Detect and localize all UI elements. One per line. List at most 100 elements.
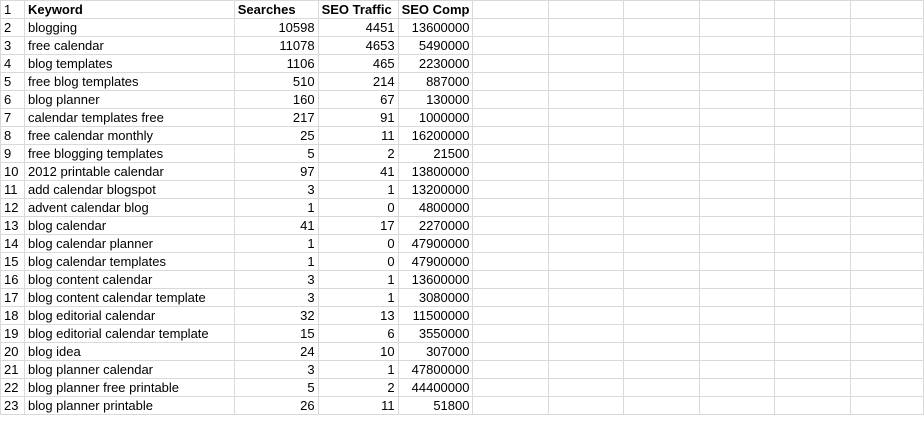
empty-cell[interactable] xyxy=(472,378,549,397)
empty-cell[interactable] xyxy=(774,198,851,217)
empty-cell[interactable] xyxy=(547,18,625,37)
searches-cell[interactable]: 3 xyxy=(233,360,319,379)
empty-cell[interactable] xyxy=(547,144,625,163)
empty-cell[interactable] xyxy=(774,234,851,253)
empty-cell[interactable] xyxy=(698,90,776,109)
empty-cell[interactable] xyxy=(623,180,700,199)
row-number[interactable]: 13 xyxy=(0,216,25,235)
traffic-cell[interactable]: 13 xyxy=(317,306,399,325)
empty-cell[interactable] xyxy=(849,90,924,109)
empty-cell[interactable] xyxy=(774,342,851,361)
searches-cell[interactable]: 3 xyxy=(233,270,319,289)
empty-cell[interactable] xyxy=(623,216,700,235)
empty-cell[interactable] xyxy=(547,0,625,19)
keyword-cell[interactable]: free calendar xyxy=(23,36,235,55)
empty-cell[interactable] xyxy=(472,0,549,19)
searches-cell[interactable]: 25 xyxy=(233,126,319,145)
empty-cell[interactable] xyxy=(698,126,776,145)
empty-cell[interactable] xyxy=(472,396,549,415)
keyword-cell[interactable]: blog content calendar xyxy=(23,270,235,289)
empty-cell[interactable] xyxy=(472,270,549,289)
searches-cell[interactable]: 26 xyxy=(233,396,319,415)
searches-cell[interactable]: 1106 xyxy=(233,54,319,73)
empty-cell[interactable] xyxy=(547,288,625,307)
header-seo-traffic[interactable]: SEO Traffic xyxy=(317,0,399,19)
searches-cell[interactable]: 1 xyxy=(233,234,319,253)
empty-cell[interactable] xyxy=(774,288,851,307)
empty-cell[interactable] xyxy=(849,198,924,217)
searches-cell[interactable]: 41 xyxy=(233,216,319,235)
empty-cell[interactable] xyxy=(774,108,851,127)
comp-cell[interactable]: 21500 xyxy=(397,144,474,163)
searches-cell[interactable]: 1 xyxy=(233,198,319,217)
empty-cell[interactable] xyxy=(849,108,924,127)
empty-cell[interactable] xyxy=(472,36,549,55)
searches-cell[interactable]: 97 xyxy=(233,162,319,181)
row-number[interactable]: 18 xyxy=(0,306,25,325)
row-number[interactable]: 21 xyxy=(0,360,25,379)
searches-cell[interactable]: 217 xyxy=(233,108,319,127)
empty-cell[interactable] xyxy=(849,288,924,307)
empty-cell[interactable] xyxy=(849,324,924,343)
row-number[interactable]: 6 xyxy=(0,90,25,109)
searches-cell[interactable]: 5 xyxy=(233,378,319,397)
searches-cell[interactable]: 11078 xyxy=(233,36,319,55)
empty-cell[interactable] xyxy=(849,306,924,325)
empty-cell[interactable] xyxy=(623,126,700,145)
comp-cell[interactable]: 47900000 xyxy=(397,252,474,271)
empty-cell[interactable] xyxy=(698,216,776,235)
empty-cell[interactable] xyxy=(774,324,851,343)
row-number[interactable]: 15 xyxy=(0,252,25,271)
empty-cell[interactable] xyxy=(472,54,549,73)
traffic-cell[interactable]: 11 xyxy=(317,396,399,415)
empty-cell[interactable] xyxy=(547,252,625,271)
empty-cell[interactable] xyxy=(849,72,924,91)
comp-cell[interactable]: 3550000 xyxy=(397,324,474,343)
empty-cell[interactable] xyxy=(698,342,776,361)
empty-cell[interactable] xyxy=(774,90,851,109)
empty-cell[interactable] xyxy=(774,180,851,199)
comp-cell[interactable]: 13200000 xyxy=(397,180,474,199)
keyword-cell[interactable]: calendar templates free xyxy=(23,108,235,127)
empty-cell[interactable] xyxy=(472,72,549,91)
empty-cell[interactable] xyxy=(774,36,851,55)
traffic-cell[interactable]: 91 xyxy=(317,108,399,127)
empty-cell[interactable] xyxy=(547,270,625,289)
empty-cell[interactable] xyxy=(849,0,924,19)
empty-cell[interactable] xyxy=(623,288,700,307)
empty-cell[interactable] xyxy=(472,90,549,109)
header-seo-comp[interactable]: SEO Comp xyxy=(397,0,474,19)
traffic-cell[interactable]: 1 xyxy=(317,288,399,307)
empty-cell[interactable] xyxy=(774,216,851,235)
empty-cell[interactable] xyxy=(698,36,776,55)
comp-cell[interactable]: 4800000 xyxy=(397,198,474,217)
empty-cell[interactable] xyxy=(547,234,625,253)
traffic-cell[interactable]: 0 xyxy=(317,234,399,253)
header-keyword[interactable]: Keyword xyxy=(23,0,235,19)
searches-cell[interactable]: 3 xyxy=(233,288,319,307)
row-number[interactable]: 16 xyxy=(0,270,25,289)
traffic-cell[interactable]: 1 xyxy=(317,270,399,289)
empty-cell[interactable] xyxy=(547,396,625,415)
empty-cell[interactable] xyxy=(698,324,776,343)
row-number[interactable]: 2 xyxy=(0,18,25,37)
empty-cell[interactable] xyxy=(623,396,700,415)
comp-cell[interactable]: 51800 xyxy=(397,396,474,415)
empty-cell[interactable] xyxy=(774,306,851,325)
empty-cell[interactable] xyxy=(698,108,776,127)
searches-cell[interactable]: 15 xyxy=(233,324,319,343)
empty-cell[interactable] xyxy=(698,234,776,253)
empty-cell[interactable] xyxy=(774,0,851,19)
row-number[interactable]: 19 xyxy=(0,324,25,343)
empty-cell[interactable] xyxy=(623,90,700,109)
keyword-cell[interactable]: blog planner printable xyxy=(23,396,235,415)
empty-cell[interactable] xyxy=(547,378,625,397)
keyword-cell[interactable]: blog editorial calendar xyxy=(23,306,235,325)
keyword-cell[interactable]: add calendar blogspot xyxy=(23,180,235,199)
empty-cell[interactable] xyxy=(623,252,700,271)
row-number[interactable]: 3 xyxy=(0,36,25,55)
empty-cell[interactable] xyxy=(849,360,924,379)
empty-cell[interactable] xyxy=(472,144,549,163)
empty-cell[interactable] xyxy=(698,54,776,73)
empty-cell[interactable] xyxy=(698,378,776,397)
